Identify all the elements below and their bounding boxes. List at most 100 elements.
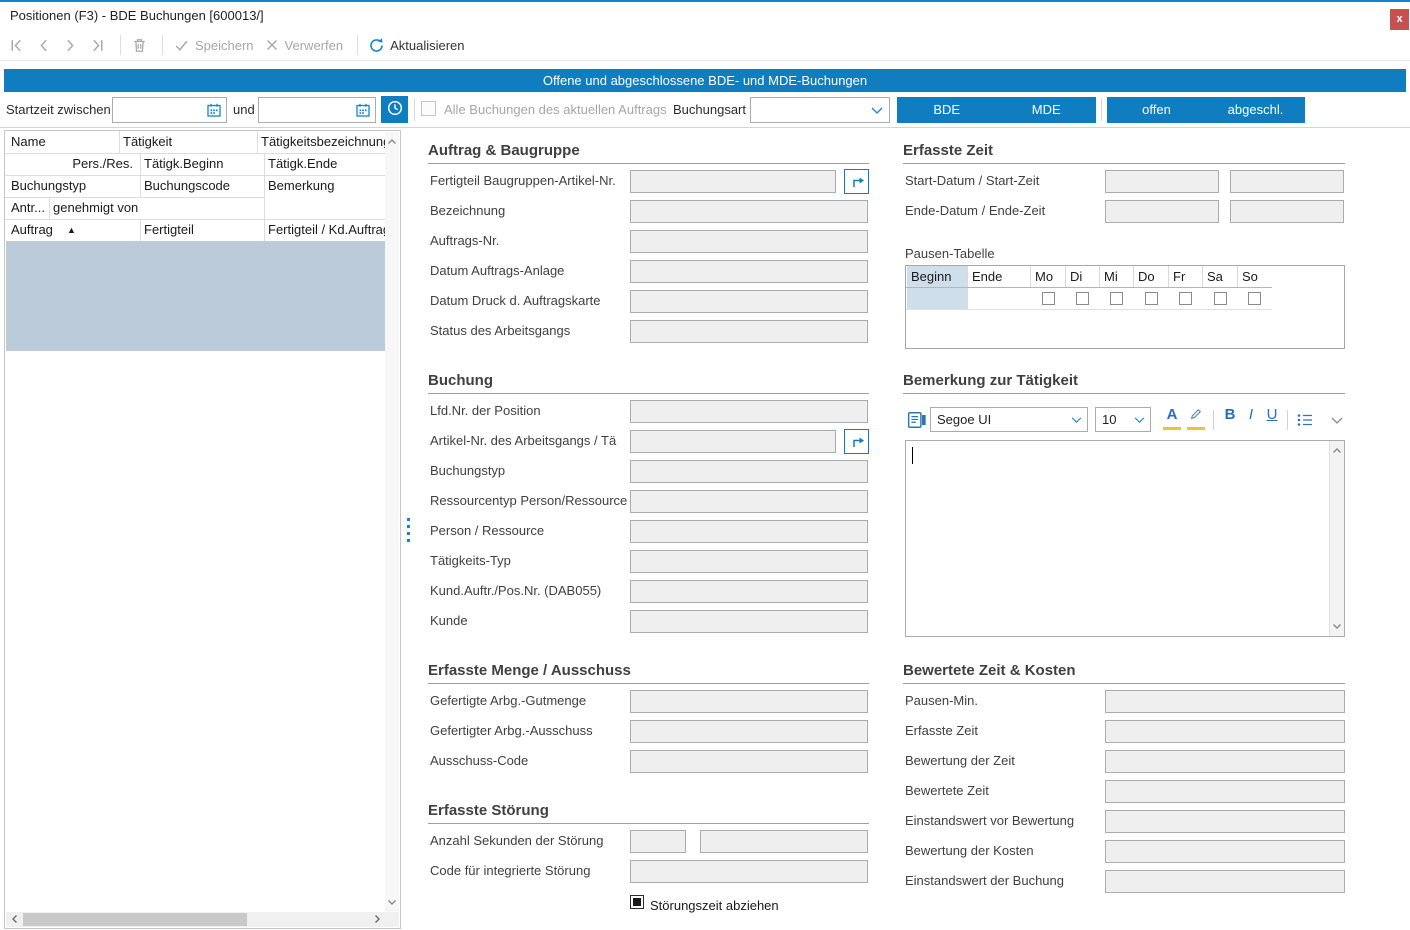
field-label: Erfasste Zeit bbox=[905, 723, 1103, 738]
section-title: Bemerkung zur Tätigkeit bbox=[903, 372, 1078, 389]
artikel-nr-arbeitsgang-input bbox=[630, 430, 836, 453]
section-bewertete-zeit-kosten: Bewertete Zeit & Kosten bbox=[903, 662, 1345, 684]
editor-scrollbar[interactable] bbox=[1329, 441, 1344, 636]
field-label: Tätigkeits-Typ bbox=[430, 553, 628, 568]
text-blocks-icon[interactable] bbox=[907, 410, 927, 430]
pausen-col-sa[interactable]: Sa bbox=[1203, 266, 1238, 287]
checkbox-fill bbox=[633, 898, 641, 906]
italic-button[interactable]: I bbox=[1244, 406, 1258, 432]
scroll-up-icon[interactable] bbox=[1331, 445, 1343, 457]
jump-arrow-icon bbox=[849, 434, 865, 450]
abgeschl-button[interactable]: abgeschl. bbox=[1206, 97, 1305, 123]
scroll-up-icon[interactable] bbox=[386, 136, 398, 148]
pausen-col-mo[interactable]: Mo bbox=[1031, 266, 1066, 287]
underline-button[interactable]: U bbox=[1264, 406, 1280, 432]
alle-buchungen-checkbox bbox=[421, 101, 436, 116]
font-size-value: 10 bbox=[1102, 412, 1116, 427]
startzeit-label: Startzeit zwischen bbox=[6, 102, 111, 117]
stoerungszeit-abziehen-checkbox[interactable] bbox=[630, 895, 644, 909]
pausen-min-input bbox=[1105, 690, 1345, 713]
divider bbox=[119, 131, 120, 153]
font-size-select[interactable]: 10 bbox=[1095, 407, 1151, 432]
bullet-list-icon[interactable] bbox=[1296, 411, 1314, 429]
pausen-cell-beginn[interactable] bbox=[907, 288, 968, 309]
close-button[interactable]: x bbox=[1390, 9, 1409, 30]
first-record-icon bbox=[8, 37, 25, 54]
field-label: Ende-Datum / Ende-Zeit bbox=[905, 203, 1103, 218]
field-label: Artikel-Nr. des Arbeitsgangs / Tä bbox=[430, 433, 628, 448]
field-row: Bewertete Zeit bbox=[0, 780, 1410, 803]
pausen-col-do[interactable]: Do bbox=[1134, 266, 1169, 287]
divider bbox=[257, 131, 258, 153]
pausen-checkbox-fr[interactable] bbox=[1179, 292, 1192, 305]
font-color-button[interactable]: A bbox=[1163, 406, 1181, 432]
field-label: Kund.Auftr./Pos.Nr. (DAB055) bbox=[430, 583, 628, 598]
datum-auftrags-anlage-input bbox=[630, 260, 868, 283]
calendar-icon[interactable] bbox=[206, 102, 222, 118]
field-row: Einstandswert vor Bewertung bbox=[0, 810, 1410, 833]
previous-record-icon bbox=[35, 37, 52, 54]
offen-abgeschl-toggle[interactable]: offen abgeschl. bbox=[1107, 97, 1305, 123]
pausen-col-mi[interactable]: Mi bbox=[1100, 266, 1134, 287]
divider bbox=[414, 98, 415, 121]
bde-mde-toggle[interactable]: BDE MDE bbox=[897, 97, 1096, 123]
field-label: Pausen-Min. bbox=[905, 693, 1103, 708]
x-icon bbox=[264, 37, 280, 53]
startzeit-bis-input[interactable] bbox=[258, 97, 376, 123]
pausen-checkbox-sa[interactable] bbox=[1214, 292, 1227, 305]
field-label: Buchungstyp bbox=[430, 463, 628, 478]
toolbar: Speichern Verwerfen Aktualisieren bbox=[0, 30, 1410, 61]
section-title: Bewertete Zeit & Kosten bbox=[903, 662, 1076, 679]
bold-button[interactable]: B bbox=[1221, 406, 1239, 432]
divider bbox=[1213, 410, 1214, 430]
next-record-icon bbox=[62, 37, 79, 54]
font-color-letter: A bbox=[1167, 406, 1178, 423]
font-family-select[interactable]: Segoe UI bbox=[930, 407, 1088, 432]
more-options-chevron-icon[interactable] bbox=[1331, 417, 1343, 425]
italic-label: I bbox=[1249, 406, 1253, 423]
scroll-down-icon[interactable] bbox=[1331, 620, 1343, 632]
pausen-checkbox-di[interactable] bbox=[1076, 292, 1089, 305]
refresh-button[interactable]: Aktualisieren bbox=[368, 37, 464, 54]
last-record-button bbox=[89, 37, 106, 54]
offen-button[interactable]: offen bbox=[1107, 97, 1206, 123]
pausen-col-so[interactable]: So bbox=[1238, 266, 1272, 287]
divider bbox=[1101, 98, 1102, 121]
pausen-col-ende[interactable]: Ende bbox=[968, 266, 1031, 287]
field-row: Bewertung der Zeit bbox=[0, 750, 1410, 773]
field-label: Person / Ressource bbox=[430, 523, 628, 538]
window-title: Positionen (F3) - BDE Buchungen [600013/… bbox=[10, 8, 264, 23]
pausen-col-di[interactable]: Di bbox=[1066, 266, 1100, 287]
divider bbox=[5, 153, 386, 154]
pausen-row[interactable] bbox=[906, 288, 1272, 310]
pausen-checkbox-mi[interactable] bbox=[1110, 292, 1123, 305]
chevron-down-icon bbox=[1134, 417, 1145, 424]
pausen-checkbox-do[interactable] bbox=[1145, 292, 1158, 305]
time-filter-button[interactable] bbox=[381, 96, 408, 123]
field-row: Bewertung der Kosten bbox=[0, 840, 1410, 863]
highlight-button[interactable] bbox=[1187, 406, 1205, 432]
buchungsart-dropdown[interactable] bbox=[750, 97, 890, 123]
bold-label: B bbox=[1225, 406, 1236, 423]
pausen-tabelle[interactable]: Beginn Ende Mo Di Mi Do Fr Sa So bbox=[905, 265, 1345, 349]
column-header-taetigkeitsbezeichnung[interactable]: Tätigkeitsbezeichnung bbox=[261, 131, 386, 153]
mde-button[interactable]: MDE bbox=[997, 97, 1097, 123]
column-header-taetigkeit[interactable]: Tätigkeit bbox=[123, 131, 253, 153]
buchungsart-label: Buchungsart bbox=[673, 102, 746, 117]
calendar-icon[interactable] bbox=[355, 102, 371, 118]
bde-button[interactable]: BDE bbox=[897, 97, 997, 123]
section-erfasste-zeit: Erfasste Zeit bbox=[903, 142, 1345, 164]
pausen-checkbox-mo[interactable] bbox=[1042, 292, 1055, 305]
startzeit-von-input[interactable] bbox=[112, 97, 227, 123]
text-cursor bbox=[912, 447, 913, 464]
bewertung-der-zeit-input bbox=[1105, 750, 1345, 773]
einstandswert-vor-bewertung-input bbox=[1105, 810, 1345, 833]
jump-to-arbeitsgang-button[interactable] bbox=[844, 429, 869, 454]
save-button: Speichern bbox=[173, 37, 254, 54]
pausen-col-beginn[interactable]: Beginn bbox=[907, 266, 968, 287]
pausen-col-fr[interactable]: Fr bbox=[1169, 266, 1203, 287]
bemerkung-textarea[interactable] bbox=[905, 440, 1345, 637]
column-header-name[interactable]: Name bbox=[11, 131, 117, 153]
pausen-checkbox-so[interactable] bbox=[1248, 292, 1261, 305]
underline-label: U bbox=[1267, 406, 1278, 423]
